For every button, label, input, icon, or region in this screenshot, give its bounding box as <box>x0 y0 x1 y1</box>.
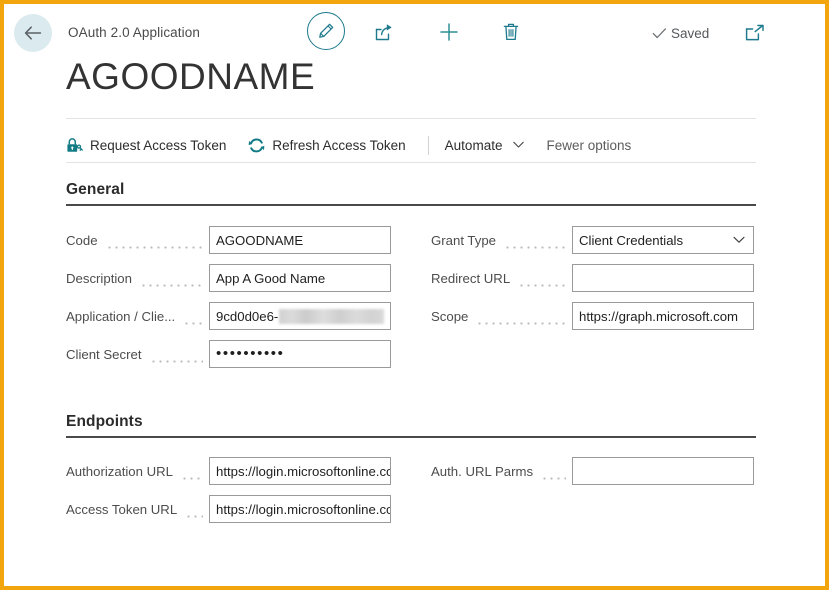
redirect-url-input[interactable] <box>572 264 754 292</box>
field-scope-label: Scope <box>431 308 469 324</box>
saved-label: Saved <box>671 26 710 41</box>
grant-type-select[interactable]: Client Credentials <box>572 226 754 254</box>
access-token-url-input[interactable]: https://login.microsoftonline.com <box>209 495 391 523</box>
field-code-label: Code <box>66 232 98 248</box>
card-content: OAuth 2.0 Application Saved AGOODNAME Re… <box>4 4 825 586</box>
chevron-down-icon <box>733 236 745 244</box>
field-description-label: Description <box>66 270 132 286</box>
grant-type-value: Client Credentials <box>579 232 684 248</box>
refresh-icon <box>249 138 265 152</box>
field-auth-url-parms: Auth. URL Parms <box>431 457 754 485</box>
page-title: AGOODNAME <box>66 56 316 97</box>
delete-button[interactable] <box>499 20 523 44</box>
field-client-secret-label: Client Secret <box>66 346 142 362</box>
title-divider <box>66 118 756 119</box>
plus-icon <box>440 23 458 41</box>
redacted-overlay <box>279 308 384 324</box>
new-button[interactable] <box>437 20 461 44</box>
leader-dots <box>185 509 203 523</box>
field-redirect-url-label: Redirect URL <box>431 270 511 286</box>
share-icon <box>375 24 392 41</box>
field-access-token-url: Access Token URL https://login.microsoft… <box>66 495 391 523</box>
request-access-token-action[interactable]: Request Access Token <box>66 134 226 157</box>
leader-dots <box>181 471 203 485</box>
refresh-access-token-label: Refresh Access Token <box>272 137 406 153</box>
top-command-bar: OAuth 2.0 Application Saved <box>4 4 825 56</box>
leader-dots <box>105 240 203 254</box>
pencil-icon <box>319 23 334 38</box>
general-section-divider <box>66 204 756 206</box>
action-bar: Request Access Token Refresh Access Toke… <box>66 129 756 161</box>
leader-dots <box>139 278 203 292</box>
field-code: Code AGOODNAME <box>66 226 391 254</box>
endpoints-section-divider <box>66 436 756 438</box>
field-grant-type: Grant Type Client Credentials <box>431 226 754 254</box>
leader-dots <box>504 240 566 254</box>
general-section-heading: General <box>66 181 125 198</box>
action-bar-separator <box>427 135 429 155</box>
back-arrow-icon <box>24 26 42 40</box>
back-button[interactable] <box>14 14 52 52</box>
refresh-access-token-action[interactable]: Refresh Access Token <box>248 134 406 157</box>
scope-input[interactable]: https://graph.microsoft.com <box>572 302 754 330</box>
trash-icon <box>503 23 519 41</box>
field-scope: Scope https://graph.microsoft.com <box>431 302 754 330</box>
fewer-options-button[interactable]: Fewer options <box>546 135 631 156</box>
field-access-token-url-label: Access Token URL <box>66 501 178 517</box>
leader-dots <box>476 316 566 330</box>
authorization-url-input[interactable]: https://login.microsoftonline.com <box>209 457 391 485</box>
application-client-id-value: 9cd0d0e6- <box>216 308 279 324</box>
field-authorization-url-label: Authorization URL <box>66 463 174 479</box>
share-button[interactable] <box>372 20 396 44</box>
application-client-id-input[interactable]: 9cd0d0e6- <box>209 302 391 330</box>
open-new-window-button[interactable] <box>743 22 767 46</box>
open-in-new-window-icon <box>745 24 764 41</box>
field-authorization-url: Authorization URL https://login.microsof… <box>66 457 391 485</box>
code-input[interactable]: AGOODNAME <box>209 226 391 254</box>
field-redirect-url: Redirect URL <box>431 264 754 292</box>
request-access-token-label: Request Access Token <box>90 137 227 153</box>
leader-dots <box>518 278 566 292</box>
field-grant-type-label: Grant Type <box>431 232 496 248</box>
chevron-down-icon <box>513 141 525 149</box>
lock-key-icon <box>67 137 83 152</box>
check-icon <box>652 28 667 39</box>
automate-label: Automate <box>444 137 503 153</box>
field-description: Description App A Good Name <box>66 264 391 292</box>
application-card-window: OAuth 2.0 Application Saved AGOODNAME Re… <box>0 0 829 590</box>
client-secret-input[interactable]: •••••••••• <box>209 340 391 368</box>
fewer-options-label: Fewer options <box>546 137 632 153</box>
leader-dots <box>149 354 203 368</box>
auth-url-parms-input[interactable] <box>572 457 754 485</box>
field-application-client-id: Application / Clie... 9cd0d0e6- <box>66 302 391 330</box>
endpoints-section-heading: Endpoints <box>66 413 143 430</box>
description-input[interactable]: App A Good Name <box>209 264 391 292</box>
edit-button[interactable] <box>307 12 345 50</box>
automate-menu[interactable]: Automate <box>445 135 525 156</box>
breadcrumb[interactable]: OAuth 2.0 Application <box>68 25 200 40</box>
client-secret-value: •••••••••• <box>216 344 285 362</box>
status-badge: Saved <box>652 26 709 41</box>
leader-dots <box>541 471 566 485</box>
leader-dots <box>183 316 203 330</box>
field-auth-url-parms-label: Auth. URL Parms <box>431 463 534 479</box>
field-application-client-id-label: Application / Clie... <box>66 308 176 324</box>
field-client-secret: Client Secret •••••••••• <box>66 340 391 368</box>
action-bar-divider <box>66 162 756 163</box>
